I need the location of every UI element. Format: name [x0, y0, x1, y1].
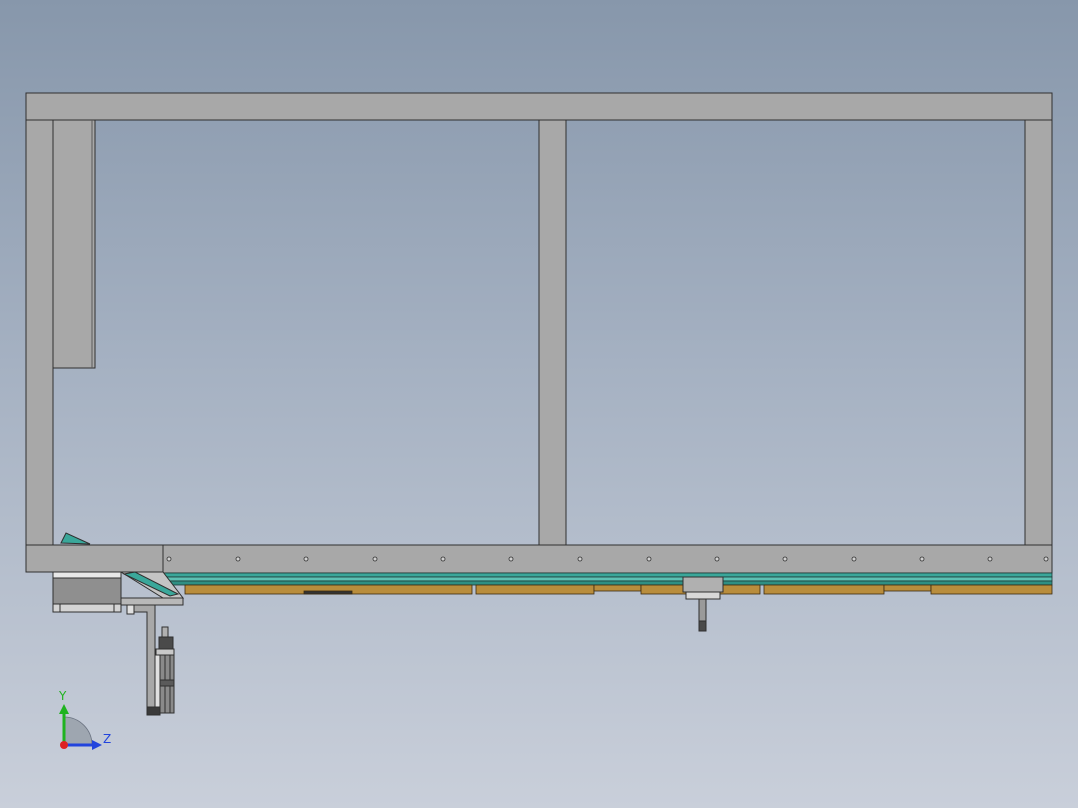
left-post[interactable] — [25, 119, 54, 546]
top-beam[interactable] — [25, 92, 1053, 121]
triad-quarter-disc — [63, 716, 93, 746]
left-cabinet-panel[interactable] — [52, 119, 96, 369]
cad-graphics-viewport[interactable]: Y Z — [0, 0, 1078, 808]
triad-y-label: Y — [58, 689, 67, 703]
right-post[interactable] — [1024, 119, 1053, 546]
orientation-triad: Y Z — [58, 689, 111, 750]
triad-z-label: Z — [103, 732, 111, 746]
bottom-beam[interactable] — [162, 544, 1053, 574]
x-axis-dot — [60, 741, 68, 749]
y-axis-arrow-icon — [59, 704, 69, 714]
wood-support[interactable] — [184, 584, 1053, 595]
middle-post[interactable] — [538, 119, 567, 546]
base-left-block[interactable] — [25, 544, 164, 573]
z-axis-arrow-icon — [92, 740, 102, 750]
center-sensor-bracket[interactable] — [682, 576, 724, 632]
conveyor-belt[interactable] — [162, 572, 1053, 586]
frame-assembly[interactable] — [25, 92, 1053, 574]
